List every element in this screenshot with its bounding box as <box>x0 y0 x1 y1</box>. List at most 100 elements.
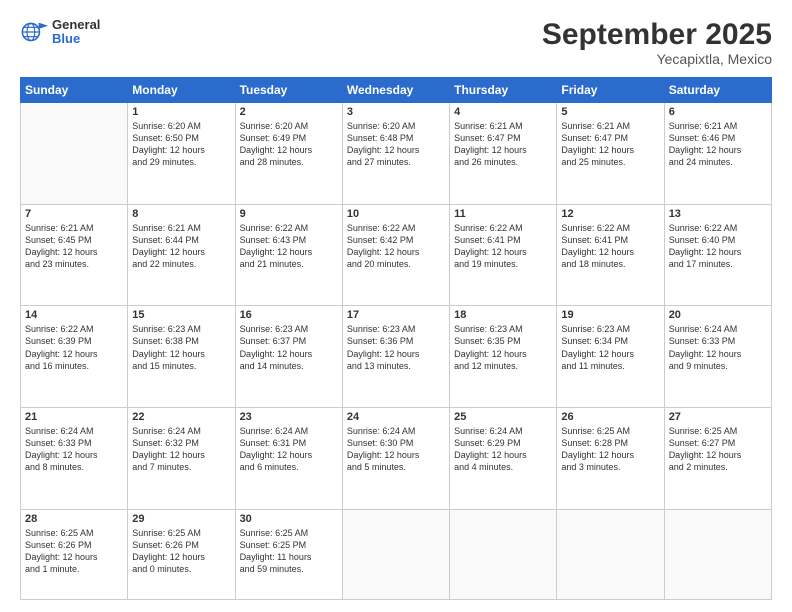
day-number: 24 <box>347 411 445 423</box>
day-info: Sunrise: 6:23 AMSunset: 6:35 PMDaylight:… <box>454 323 552 372</box>
day-number: 16 <box>240 309 338 321</box>
day-number: 8 <box>132 208 230 220</box>
table-row: 2Sunrise: 6:20 AMSunset: 6:49 PMDaylight… <box>235 103 342 205</box>
table-row: 9 Sunrise: 6:22 AMSunset: 6:43 PMDaylight… <box>235 204 342 306</box>
day-number: 5 <box>561 106 659 118</box>
table-row: 10 Sunrise: 6:22 AMSunset: 6:42 PMDayligh… <box>342 204 449 306</box>
table-row: 3Sunrise: 6:20 AMSunset: 6:48 PMDaylight… <box>342 103 449 205</box>
calendar-header-row: Sunday Monday Tuesday Wednesday Thursday… <box>21 78 772 103</box>
day-number: 13 <box>669 208 767 220</box>
day-number: 25 <box>454 411 552 423</box>
day-info: Sunrise: 6:21 AMSunset: 6:47 PMDaylight:… <box>561 120 659 169</box>
table-row: 22Sunrise: 6:24 AMSunset: 6:32 PMDayligh… <box>128 407 235 509</box>
day-number: 1 <box>132 106 230 118</box>
calendar-week-1: 1 Sunrise: 6:20 AMSunset: 6:50 PMDaylight… <box>21 103 772 205</box>
table-row <box>21 103 128 205</box>
logo: General Blue <box>20 18 100 47</box>
calendar-table: Sunday Monday Tuesday Wednesday Thursday… <box>20 77 772 600</box>
day-info: Sunrise: 6:21 AMSunset: 6:46 PMDaylight:… <box>669 120 767 169</box>
day-info: Sunrise: 6:20 AMSunset: 6:50 PMDaylight:… <box>132 120 230 169</box>
day-info: Sunrise: 6:22 AMSunset: 6:43 PMDaylight:… <box>240 222 338 271</box>
day-info: Sunrise: 6:25 AMSunset: 6:27 PMDaylight:… <box>669 425 767 474</box>
table-row: 21 Sunrise: 6:24 AMSunset: 6:33 PMDayligh… <box>21 407 128 509</box>
day-number: 26 <box>561 411 659 423</box>
day-info: Sunrise: 6:22 AMSunset: 6:42 PMDaylight:… <box>347 222 445 271</box>
table-row <box>450 509 557 599</box>
table-row: 16 Sunrise: 6:23 AMSunset: 6:37 PMDayligh… <box>235 306 342 408</box>
calendar-subtitle: Yecapixtla, Mexico <box>542 51 772 67</box>
day-number: 15 <box>132 309 230 321</box>
table-row: 6 Sunrise: 6:21 AMSunset: 6:46 PMDaylight… <box>664 103 771 205</box>
day-info: Sunrise: 6:25 AMSunset: 6:26 PMDaylight:… <box>25 527 123 576</box>
col-friday: Friday <box>557 78 664 103</box>
table-row <box>664 509 771 599</box>
table-row: 11Sunrise: 6:22 AMSunset: 6:41 PMDayligh… <box>450 204 557 306</box>
calendar-week-4: 21 Sunrise: 6:24 AMSunset: 6:33 PMDayligh… <box>21 407 772 509</box>
table-row: 20 Sunrise: 6:24 AMSunset: 6:33 PMDayligh… <box>664 306 771 408</box>
table-row <box>342 509 449 599</box>
day-number: 18 <box>454 309 552 321</box>
day-number: 19 <box>561 309 659 321</box>
day-info: Sunrise: 6:23 AMSunset: 6:38 PMDaylight:… <box>132 323 230 372</box>
table-row: 17Sunrise: 6:23 AMSunset: 6:36 PMDayligh… <box>342 306 449 408</box>
day-info: Sunrise: 6:24 AMSunset: 6:33 PMDaylight:… <box>669 323 767 372</box>
day-number: 14 <box>25 309 123 321</box>
table-row: 13 Sunrise: 6:22 AMSunset: 6:40 PMDayligh… <box>664 204 771 306</box>
table-row <box>557 509 664 599</box>
table-row: 24Sunrise: 6:24 AMSunset: 6:30 PMDayligh… <box>342 407 449 509</box>
day-number: 29 <box>132 513 230 525</box>
header: General Blue September 2025 Yecapixtla, … <box>20 18 772 67</box>
calendar-week-3: 14 Sunrise: 6:22 AMSunset: 6:39 PMDayligh… <box>21 306 772 408</box>
col-sunday: Sunday <box>21 78 128 103</box>
calendar-week-5: 28 Sunrise: 6:25 AMSunset: 6:26 PMDayligh… <box>21 509 772 599</box>
day-number: 9 <box>240 208 338 220</box>
day-info: Sunrise: 6:21 AMSunset: 6:44 PMDaylight:… <box>132 222 230 271</box>
table-row: 4Sunrise: 6:21 AMSunset: 6:47 PMDaylight… <box>450 103 557 205</box>
col-wednesday: Wednesday <box>342 78 449 103</box>
table-row: 12 Sunrise: 6:22 AMSunset: 6:41 PMDayligh… <box>557 204 664 306</box>
day-info: Sunrise: 6:25 AMSunset: 6:25 PMDaylight:… <box>240 527 338 576</box>
day-info: Sunrise: 6:23 AMSunset: 6:36 PMDaylight:… <box>347 323 445 372</box>
table-row: 30 Sunrise: 6:25 AMSunset: 6:25 PMDayligh… <box>235 509 342 599</box>
day-number: 28 <box>25 513 123 525</box>
logo-line1: General <box>52 18 100 32</box>
day-info: Sunrise: 6:21 AMSunset: 6:45 PMDaylight:… <box>25 222 123 271</box>
day-number: 21 <box>25 411 123 423</box>
day-number: 4 <box>454 106 552 118</box>
day-info: Sunrise: 6:23 AMSunset: 6:34 PMDaylight:… <box>561 323 659 372</box>
title-block: September 2025 Yecapixtla, Mexico <box>542 18 772 67</box>
table-row: 5 Sunrise: 6:21 AMSunset: 6:47 PMDaylight… <box>557 103 664 205</box>
day-number: 3 <box>347 106 445 118</box>
day-info: Sunrise: 6:20 AMSunset: 6:49 PMDaylight:… <box>240 120 338 169</box>
table-row: 8 Sunrise: 6:21 AMSunset: 6:44 PMDaylight… <box>128 204 235 306</box>
logo-icon <box>20 18 48 46</box>
day-number: 12 <box>561 208 659 220</box>
day-info: Sunrise: 6:25 AMSunset: 6:26 PMDaylight:… <box>132 527 230 576</box>
table-row: 18 Sunrise: 6:23 AMSunset: 6:35 PMDayligh… <box>450 306 557 408</box>
table-row: 26Sunrise: 6:25 AMSunset: 6:28 PMDayligh… <box>557 407 664 509</box>
day-info: Sunrise: 6:22 AMSunset: 6:40 PMDaylight:… <box>669 222 767 271</box>
day-number: 27 <box>669 411 767 423</box>
day-info: Sunrise: 6:24 AMSunset: 6:29 PMDaylight:… <box>454 425 552 474</box>
day-info: Sunrise: 6:24 AMSunset: 6:32 PMDaylight:… <box>132 425 230 474</box>
day-number: 6 <box>669 106 767 118</box>
table-row: 7Sunrise: 6:21 AMSunset: 6:45 PMDaylight… <box>21 204 128 306</box>
logo-text: General Blue <box>52 18 100 47</box>
day-info: Sunrise: 6:24 AMSunset: 6:33 PMDaylight:… <box>25 425 123 474</box>
table-row: 14 Sunrise: 6:22 AMSunset: 6:39 PMDayligh… <box>21 306 128 408</box>
logo-line2: Blue <box>52 32 100 46</box>
day-info: Sunrise: 6:22 AMSunset: 6:41 PMDaylight:… <box>454 222 552 271</box>
day-info: Sunrise: 6:22 AMSunset: 6:41 PMDaylight:… <box>561 222 659 271</box>
table-row: 28 Sunrise: 6:25 AMSunset: 6:26 PMDayligh… <box>21 509 128 599</box>
day-number: 10 <box>347 208 445 220</box>
table-row: 29 Sunrise: 6:25 AMSunset: 6:26 PMDayligh… <box>128 509 235 599</box>
day-info: Sunrise: 6:23 AMSunset: 6:37 PMDaylight:… <box>240 323 338 372</box>
day-number: 23 <box>240 411 338 423</box>
col-saturday: Saturday <box>664 78 771 103</box>
day-number: 30 <box>240 513 338 525</box>
day-number: 20 <box>669 309 767 321</box>
col-thursday: Thursday <box>450 78 557 103</box>
day-info: Sunrise: 6:24 AMSunset: 6:31 PMDaylight:… <box>240 425 338 474</box>
calendar-title: September 2025 <box>542 18 772 51</box>
day-info: Sunrise: 6:22 AMSunset: 6:39 PMDaylight:… <box>25 323 123 372</box>
